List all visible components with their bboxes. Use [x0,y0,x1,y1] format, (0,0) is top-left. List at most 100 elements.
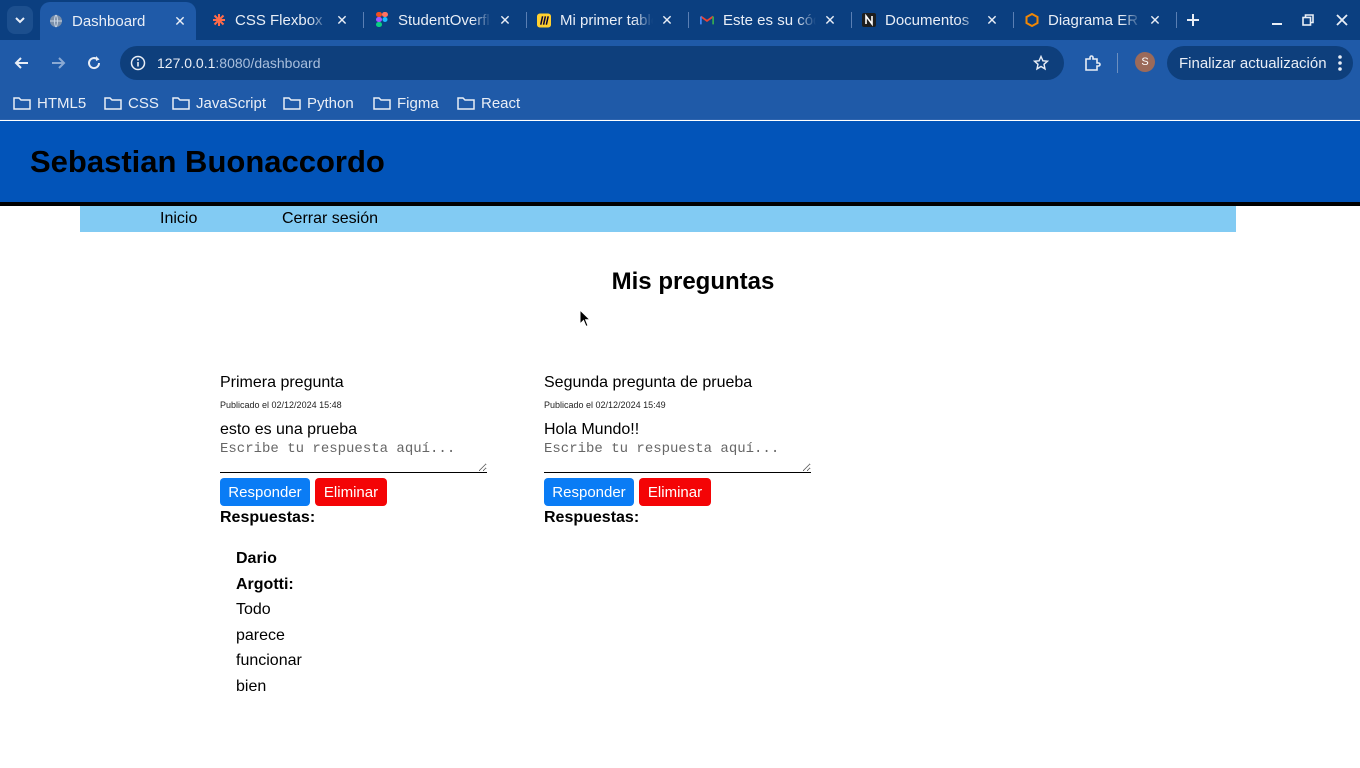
extensions-icon[interactable] [1080,51,1104,75]
reply-button[interactable]: Responder [220,478,310,506]
close-tab-icon[interactable]: ✕ [334,12,350,28]
mouse-cursor-icon [579,309,591,328]
tab-title: Mi primer tablero [560,11,653,29]
bookmark-css[interactable]: CSS [104,91,159,115]
bookmark-label: JavaScript [196,94,267,112]
back-button[interactable] [10,51,34,75]
responses-heading: Respuestas: [544,509,640,526]
bookmark-react[interactable]: React [457,91,520,115]
delete-button[interactable]: Eliminar [315,478,387,506]
close-tab-icon[interactable]: ✕ [497,12,513,28]
bookmark-python[interactable]: Python [283,91,354,115]
folder-icon [13,97,31,110]
url-path: :8080/dashboard [215,55,321,71]
figma-icon [375,12,389,27]
site-header: Sebastian Buonaccordo [0,121,1360,202]
bookmark-html5[interactable]: HTML5 [13,91,86,115]
tab-title: Este es su código [723,11,816,29]
bookmark-label: CSS [128,94,159,112]
toolbar-separator [1117,53,1118,73]
folder-icon [457,97,475,110]
tab-title: Dashboard [72,12,146,30]
finish-update-button[interactable]: Finalizar actualización [1167,46,1353,80]
site-info-icon[interactable] [128,53,148,73]
tab-studentoverflow[interactable]: StudentOverflow ✕ [366,0,521,40]
arrow-right-icon [52,57,66,69]
tab-search-button[interactable] [7,6,33,34]
folder-icon [104,97,122,110]
reload-button[interactable] [82,51,106,75]
bookmark-label: Figma [397,94,439,112]
miro-icon [537,13,551,27]
tab-dashboard[interactable]: Dashboard ✕ [40,2,196,40]
tab-separator [363,12,364,28]
restore-icon [1302,14,1314,26]
page-heading: Mis preguntas [611,268,775,295]
tab-title: CSS Flexbox Layout Guide [235,11,328,29]
bookmark-star-icon[interactable] [1031,53,1051,73]
site-title: Sebastian Buonaccordo [30,144,385,179]
url-text[interactable]: 127.0.0.1:8080/dashboard [157,55,320,71]
tab-title: Documentos [885,11,970,29]
question-title: Segunda pregunta de prueba [544,374,753,391]
folder-icon [373,97,391,110]
tab-gmail[interactable]: Este es su código ✕ [691,0,846,40]
answer-input[interactable] [544,441,811,473]
bookmark-figma[interactable]: Figma [373,91,439,115]
drawio-icon [1025,13,1039,27]
tab-separator [526,12,527,28]
restore-button[interactable] [1296,8,1320,32]
css-tricks-icon [212,13,226,27]
question-date: Publicado el 02/12/2024 15:48 [220,400,342,410]
plus-icon [1187,14,1199,26]
response-text: Todo parece funcionar bien [236,601,302,695]
nav-logout-link[interactable]: Cerrar sesión [282,210,378,228]
tab-diagrama-er[interactable]: Diagrama ER ✕ [1016,0,1171,40]
close-tab-icon[interactable]: ✕ [984,12,1000,28]
browser-toolbar: 127.0.0.1:8080/dashboard S Finalizar act… [0,40,1360,86]
close-tab-icon[interactable]: ✕ [1147,12,1163,28]
site-nav: Inicio Cerrar sesión [80,206,1236,232]
bookmark-label: HTML5 [37,94,87,112]
profile-avatar[interactable]: S [1135,52,1155,72]
bookmark-javascript[interactable]: JavaScript [172,91,266,115]
question-body: Hola Mundo!! [544,421,640,438]
forward-button[interactable] [46,51,70,75]
folder-icon [283,97,301,110]
arrow-left-icon [14,57,28,69]
response-item: Dario Argotti: Todo parece funcionar bie… [236,546,316,700]
delete-button[interactable]: Eliminar [639,478,711,506]
tab-css-flexbox[interactable]: CSS Flexbox Layout Guide ✕ [203,0,358,40]
finish-update-label: Finalizar actualización [1179,54,1327,72]
close-tab-icon[interactable]: ✕ [172,13,188,29]
bookmarks-bar: HTML5 CSS JavaScript Python Figma React [0,86,1360,120]
minimize-icon [1272,23,1282,25]
close-icon [1336,14,1348,26]
tab-separator [1013,12,1014,28]
tab-title: StudentOverflow [398,11,491,29]
tab-documentos[interactable]: Documentos ✕ [853,0,1008,40]
close-window-button[interactable] [1330,8,1354,32]
bookmark-label: Python [307,94,354,112]
more-menu-icon [1338,55,1342,71]
chevron-down-icon [15,17,25,24]
tab-separator [1176,12,1177,28]
nav-home-link[interactable]: Inicio [160,210,197,228]
question-title: Primera pregunta [220,374,344,391]
tab-mi-primer-tablero[interactable]: Mi primer tablero ✕ [528,0,683,40]
answer-input[interactable] [220,441,487,473]
address-bar[interactable]: 127.0.0.1:8080/dashboard [120,46,1064,80]
tab-title: Diagrama ER [1048,11,1139,29]
minimize-button[interactable] [1265,8,1289,32]
tab-separator [688,12,689,28]
question-body: esto es una prueba [220,421,357,438]
question-date: Publicado el 02/12/2024 15:49 [544,400,666,410]
close-tab-icon[interactable]: ✕ [659,12,675,28]
folder-icon [172,97,190,110]
bookmark-label: React [481,94,521,112]
reload-icon [88,56,101,70]
close-tab-icon[interactable]: ✕ [822,12,838,28]
new-tab-button[interactable] [1182,9,1204,31]
reply-button[interactable]: Responder [544,478,634,506]
url-host: 127.0.0.1 [157,55,216,71]
